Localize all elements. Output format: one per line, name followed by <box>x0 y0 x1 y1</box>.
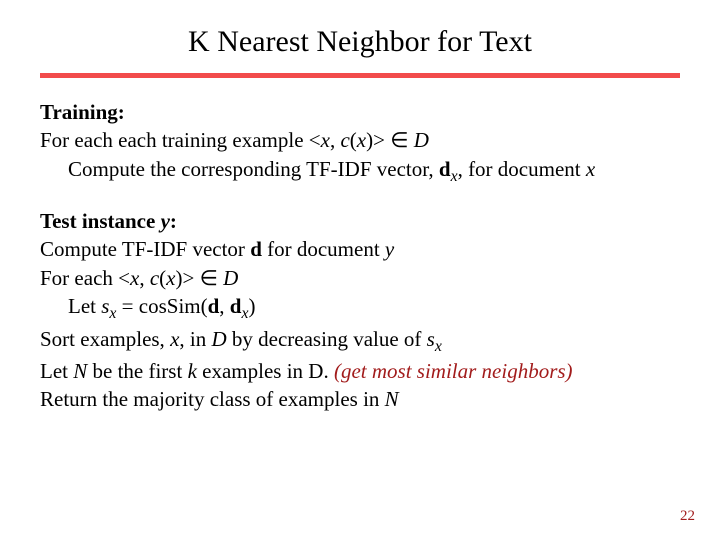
var-c: c <box>150 266 159 290</box>
text: be the first <box>87 359 187 383</box>
text: )> <box>175 266 199 290</box>
text: ) <box>248 294 255 318</box>
text: Return the majority class of examples in <box>40 387 385 411</box>
text: Let <box>40 359 73 383</box>
text: Compute the corresponding TF-IDF vector, <box>68 157 439 181</box>
note-get-neighbors: (get most similar neighbors) <box>334 359 573 383</box>
vec-d: d <box>230 294 242 318</box>
text: For each < <box>40 266 130 290</box>
test-line-1: Compute TF-IDF vector d for document y <box>40 235 680 263</box>
var-x: x <box>130 266 139 290</box>
text: , <box>330 128 341 152</box>
test-line-6: Return the majority class of examples in… <box>40 385 680 413</box>
var-x: x <box>357 128 366 152</box>
text: , for document <box>458 157 586 181</box>
var-x: x <box>586 157 595 181</box>
training-section: Training: For each each training example… <box>40 98 680 187</box>
vec-d: d <box>208 294 220 318</box>
training-heading: Training: <box>40 98 680 126</box>
text: , <box>219 294 230 318</box>
text: ( <box>350 128 357 152</box>
text: Compute TF-IDF vector <box>40 237 250 261</box>
var-n-set: N <box>73 359 87 383</box>
text: = cosSim( <box>116 294 207 318</box>
training-line-2: Compute the corresponding TF-IDF vector,… <box>68 155 680 187</box>
slide-title: K Nearest Neighbor for Text <box>40 25 680 59</box>
page-number: 22 <box>680 508 695 525</box>
var-s: s <box>427 327 435 351</box>
test-heading: Test instance y: <box>40 207 680 235</box>
var-d-set: D <box>218 266 238 290</box>
test-line-4: Sort examples, x, in D by decreasing val… <box>40 325 680 357</box>
training-line-1: For each each training example <x, c(x)>… <box>40 126 680 154</box>
title-divider <box>40 73 680 78</box>
element-of-symbol: ∈ <box>200 266 218 290</box>
var-c: c <box>340 128 349 152</box>
sub-x: x <box>435 338 442 355</box>
text: Sort examples, <box>40 327 170 351</box>
test-section: Test instance y: Compute TF-IDF vector d… <box>40 207 680 414</box>
var-n-set: N <box>385 387 399 411</box>
text: for document <box>262 237 385 261</box>
text: examples in D. <box>197 359 334 383</box>
slide: K Nearest Neighbor for Text Training: Fo… <box>0 0 720 540</box>
test-line-5: Let N be the first k examples in D. (get… <box>40 357 680 385</box>
var-d-set: D <box>409 128 429 152</box>
text: , in <box>179 327 211 351</box>
var-d-set: D <box>211 327 226 351</box>
text: Let <box>68 294 101 318</box>
text: Test instance <box>40 209 161 233</box>
var-k: k <box>188 359 197 383</box>
slide-body: Training: For each each training example… <box>40 98 680 414</box>
element-of-symbol: ∈ <box>390 128 408 152</box>
vec-d: d <box>250 237 262 261</box>
vec-d: d <box>439 157 451 181</box>
test-line-2: For each <x, c(x)> ∈ D <box>40 264 680 292</box>
var-x: x <box>321 128 330 152</box>
training-heading-text: Training: <box>40 100 125 124</box>
text: , <box>139 266 150 290</box>
text: by decreasing value of <box>227 327 427 351</box>
text: )> <box>366 128 390 152</box>
var-y: y <box>385 237 394 261</box>
test-line-3: Let sx = cosSim(d, dx) <box>68 292 680 324</box>
var-y: y <box>161 209 170 233</box>
var-x: x <box>170 327 179 351</box>
text: For each each training example < <box>40 128 321 152</box>
text: : <box>170 209 177 233</box>
sub-x: x <box>451 168 458 185</box>
